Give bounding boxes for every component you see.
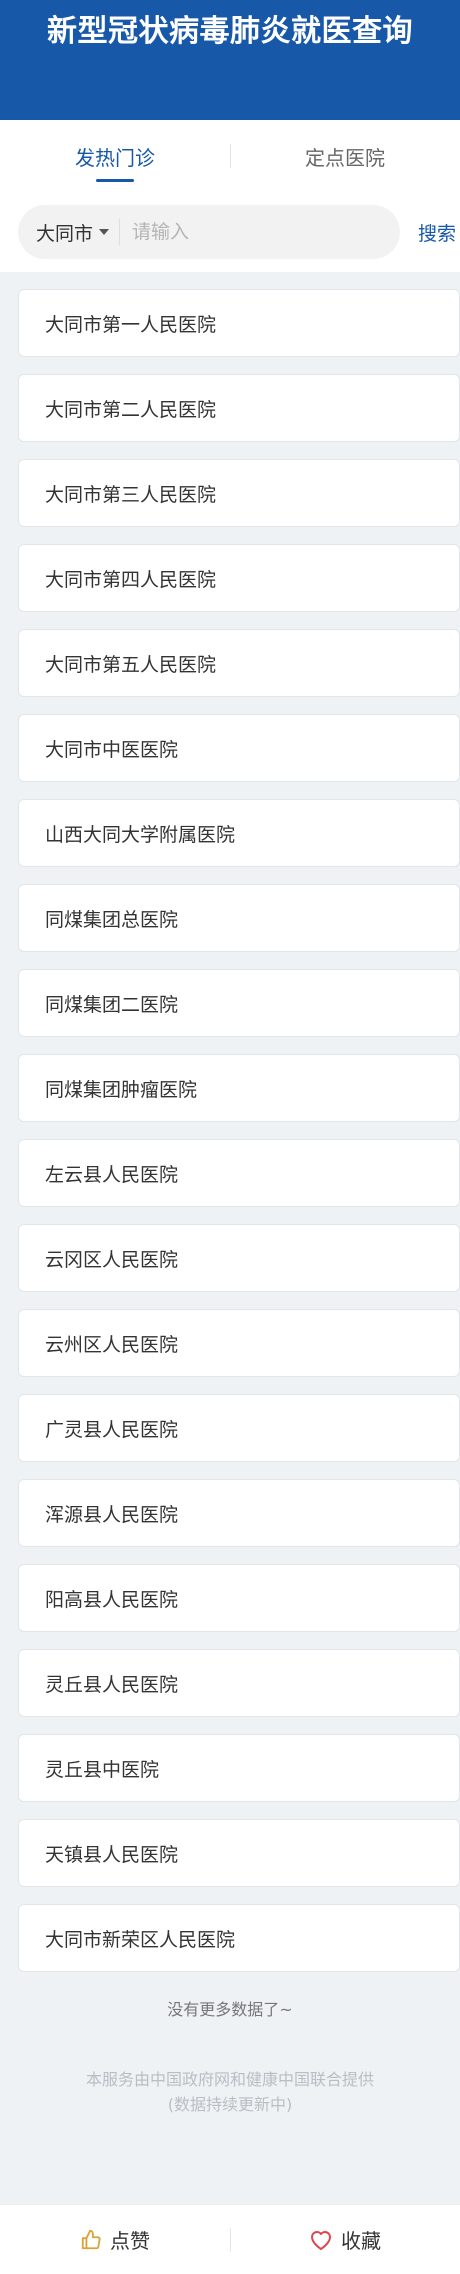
list-item[interactable]: 云州区人民医院 bbox=[18, 1309, 460, 1377]
list-item[interactable]: 大同市第五人民医院 bbox=[18, 629, 460, 697]
city-select-label: 大同市 bbox=[36, 222, 94, 245]
search-box: 大同市 bbox=[18, 205, 400, 259]
list-item[interactable]: 云冈区人民医院 bbox=[18, 1224, 460, 1292]
search-button[interactable]: 搜索 bbox=[418, 219, 456, 246]
list-item[interactable]: 大同市第二人民医院 bbox=[18, 374, 460, 442]
bottom-divider bbox=[230, 2228, 231, 2252]
list-item[interactable]: 广灵县人民医院 bbox=[18, 1394, 460, 1462]
list-item[interactable]: 灵丘县人民医院 bbox=[18, 1649, 460, 1717]
list-item[interactable]: 大同市中医医院 bbox=[18, 714, 460, 782]
list-item[interactable]: 浑源县人民医院 bbox=[18, 1479, 460, 1547]
favorite-label: 收藏 bbox=[341, 2229, 381, 2253]
list-item[interactable]: 山西大同大学附属医院 bbox=[18, 799, 460, 867]
like-button[interactable]: 点赞 bbox=[0, 2225, 230, 2254]
thumbs-up-icon bbox=[81, 2229, 101, 2249]
list-item[interactable]: 大同市第四人民医院 bbox=[18, 544, 460, 612]
list-item[interactable]: 同煤集团肿瘤医院 bbox=[18, 1054, 460, 1122]
bottom-bar: 点赞 收藏 bbox=[0, 2204, 460, 2274]
footer-line-updating: (数据持续更新中) bbox=[167, 2095, 293, 2114]
list-item[interactable]: 大同市新荣区人民医院 bbox=[18, 1904, 460, 1972]
list-item[interactable]: 灵丘县中医院 bbox=[18, 1734, 460, 1802]
footer-line-provider: 本服务由中国政府网和健康中国联合提供 bbox=[85, 2070, 374, 2089]
list-item[interactable]: 大同市第三人民医院 bbox=[18, 459, 460, 527]
search-row: 大同市 搜索 bbox=[0, 192, 460, 272]
no-more-data-text: 没有更多数据了~ bbox=[167, 2000, 293, 2019]
list-item[interactable]: 同煤集团总医院 bbox=[18, 884, 460, 952]
list-item[interactable]: 左云县人民医院 bbox=[18, 1139, 460, 1207]
list-item[interactable]: 阳高县人民医院 bbox=[18, 1564, 460, 1632]
like-label: 点赞 bbox=[110, 2229, 150, 2253]
search-input[interactable] bbox=[132, 221, 363, 243]
list-item[interactable]: 大同市第一人民医院 bbox=[18, 289, 460, 357]
tab-fever-clinic[interactable]: 发热门诊 bbox=[0, 120, 230, 192]
favorite-button[interactable]: 收藏 bbox=[230, 2225, 460, 2254]
tab-designated-hospital[interactable]: 定点医院 bbox=[230, 120, 460, 192]
page-title: 新型冠状病毒肺炎就医查询 bbox=[47, 14, 413, 49]
footer-note: 本服务由中国政府网和健康中国联合提供 (数据持续更新中) bbox=[0, 2067, 460, 2117]
page-header: 新型冠状病毒肺炎就医查询 bbox=[0, 0, 460, 120]
city-select[interactable]: 大同市 bbox=[36, 219, 121, 245]
tab-bar: 发热门诊 定点医院 bbox=[0, 120, 460, 192]
tab-divider bbox=[230, 144, 231, 168]
heart-icon bbox=[311, 2230, 331, 2250]
list-item[interactable]: 同煤集团二医院 bbox=[18, 969, 460, 1037]
list-item[interactable]: 天镇县人民医院 bbox=[18, 1819, 460, 1887]
hospital-list: 大同市第一人民医院 大同市第二人民医院 大同市第三人民医院 大同市第四人民医院 … bbox=[0, 272, 460, 1972]
caret-down-icon bbox=[99, 229, 110, 235]
